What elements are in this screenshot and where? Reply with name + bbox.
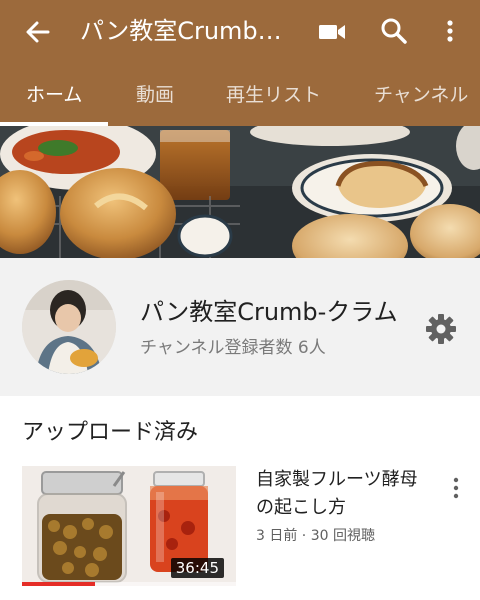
- channel-name: パン教室Crumb-クラム: [140, 298, 398, 326]
- uploads-section-title: アップロード済み: [22, 420, 199, 445]
- video-duration: 36:45: [170, 558, 224, 578]
- tab-channels[interactable]: チャンネル: [374, 64, 468, 126]
- channel-avatar[interactable]: [22, 280, 116, 374]
- video-thumbnail[interactable]: 36:45: [22, 466, 236, 586]
- avatar-photo-icon: [22, 280, 116, 374]
- video-list-item[interactable]: 36:45 自家製フルーツ酵母の起こし方 3 日前 · 30 回視聴: [0, 462, 480, 588]
- video-more-icon[interactable]: [446, 474, 466, 502]
- channel-header: パン教室Crumb-クラム チャンネル登録者数 6人: [0, 258, 480, 396]
- search-icon[interactable]: [378, 15, 410, 47]
- tab-home[interactable]: ホーム: [26, 64, 82, 126]
- video-camera-icon[interactable]: [316, 16, 348, 48]
- watch-progress-bar: [22, 582, 236, 586]
- app-bar: パン教室Crumb-クラム: [0, 0, 480, 64]
- settings-gear-icon[interactable]: [424, 312, 458, 346]
- app-bar-title: パン教室Crumb-クラム: [80, 17, 290, 45]
- tab-videos[interactable]: 動画: [136, 64, 174, 126]
- subscriber-count: チャンネル登録者数 6人: [140, 338, 326, 358]
- video-meta: 3 日前 · 30 回視聴: [256, 528, 375, 544]
- channel-banner: [0, 126, 480, 258]
- tab-playlists[interactable]: 再生リスト: [226, 64, 321, 126]
- video-title[interactable]: 自家製フルーツ酵母の起こし方: [256, 466, 432, 522]
- back-arrow-icon[interactable]: [22, 16, 54, 48]
- banner-bread-image: [0, 126, 480, 258]
- watch-progress-fill: [22, 582, 95, 586]
- more-vert-icon[interactable]: [440, 15, 460, 47]
- channel-tabs: ホーム 動画 再生リスト チャンネル: [0, 64, 480, 126]
